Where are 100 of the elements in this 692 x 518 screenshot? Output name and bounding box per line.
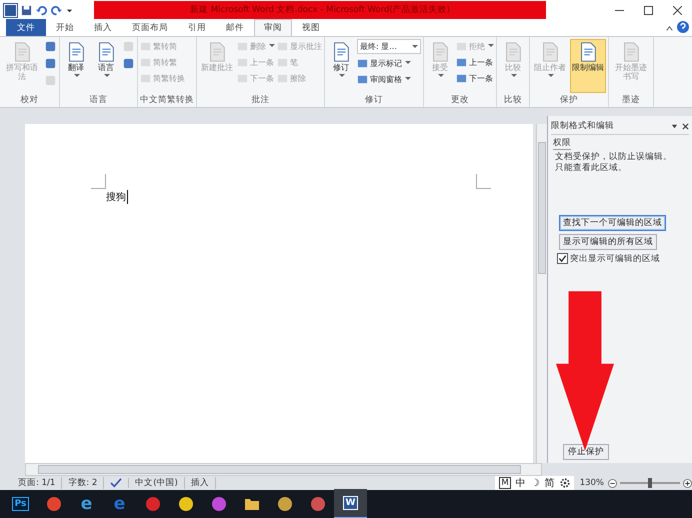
ime-key[interactable]: ☽ xyxy=(530,478,540,488)
circle-icon[interactable] xyxy=(46,496,62,512)
pane-message: 文档受保护，以防止误编辑。只能查看此区域。 xyxy=(555,152,673,175)
square-icon xyxy=(237,72,248,84)
group-label: 校对 xyxy=(20,94,40,107)
group-label: 中文简繁转换 xyxy=(140,94,194,107)
caret-icon xyxy=(405,77,411,81)
zoom-level[interactable]: 130% xyxy=(580,478,604,488)
square-icon xyxy=(140,40,151,52)
markup-dropdown[interactable]: 最终: 显... xyxy=(357,39,421,54)
ribbon-tab[interactable]: 邮件 xyxy=(216,19,254,36)
status-text: 字数: 2 xyxy=(62,477,104,489)
square-icon xyxy=(277,56,288,68)
circle-icon[interactable] xyxy=(178,496,194,512)
stop-protection-button[interactable]: 停止保护 xyxy=(563,444,609,460)
section-heading: 权限 xyxy=(553,137,571,150)
checkbox-label: 突出显示可编辑的区域 xyxy=(570,252,660,265)
window-title: 新建 Microsoft Word 文档.docx - Microsoft Word(产品激活失败) xyxy=(190,4,450,16)
square-icon xyxy=(237,40,248,52)
ribbon-button[interactable]: 语言 xyxy=(92,39,120,93)
caret-icon xyxy=(548,74,554,78)
toolbar-icon[interactable] xyxy=(44,57,57,70)
square-icon xyxy=(357,74,368,84)
ribbon-button[interactable]: 显示标记 xyxy=(357,56,421,70)
caret-icon xyxy=(74,74,80,78)
taskbar-app[interactable]: e xyxy=(70,490,103,518)
pane-title: 限制格式和编辑 xyxy=(551,120,615,132)
taskbar-app[interactable]: e xyxy=(103,490,136,518)
group-label: 比较 xyxy=(503,94,523,107)
square-icon xyxy=(357,58,368,68)
checkbox[interactable] xyxy=(557,253,568,264)
group-label: 修订 xyxy=(364,94,384,107)
caret-icon xyxy=(412,44,418,48)
square-icon xyxy=(237,56,248,68)
undo-icon[interactable] xyxy=(36,4,47,16)
pane-button[interactable]: 显示可编辑的所有区域 xyxy=(559,234,657,250)
ribbon-button[interactable]: 上一条 xyxy=(456,55,494,69)
pane-button[interactable]: 查找下一个可编辑的区域 xyxy=(559,214,666,231)
ribbon-button[interactable]: 限制编辑 xyxy=(570,39,606,93)
ime-key[interactable]: 简 xyxy=(544,476,555,490)
ime-key[interactable]: M xyxy=(499,477,511,489)
status-text: 中文(中国) xyxy=(129,477,185,489)
ribbon-tab[interactable]: 引用 xyxy=(178,19,216,36)
folder-icon[interactable] xyxy=(244,496,260,512)
taskbar-app[interactable]: Ps xyxy=(4,490,37,518)
ribbon-tab[interactable]: 插入 xyxy=(84,19,122,36)
horizontal-scrollbar[interactable] xyxy=(25,463,542,476)
status-text: 插入 xyxy=(184,477,216,489)
slider-thumb[interactable] xyxy=(648,478,652,488)
group-label: 更改 xyxy=(450,94,470,107)
ribbon-button[interactable]: 修订 xyxy=(327,39,355,93)
zoom-out-icon[interactable] xyxy=(608,478,617,488)
ribbon-tab[interactable]: 页面布局 xyxy=(122,19,178,36)
proofing-icon[interactable] xyxy=(110,478,122,488)
group-label: 墨迹 xyxy=(621,94,641,107)
taskbar-app[interactable]: W xyxy=(334,489,367,518)
save-icon[interactable] xyxy=(21,4,32,16)
circle-icon[interactable] xyxy=(210,496,226,512)
caret-icon xyxy=(438,74,444,78)
caret-icon xyxy=(338,74,344,78)
close-icon[interactable] xyxy=(682,122,689,130)
group-label: 保护 xyxy=(559,94,579,107)
group-label: 批注 xyxy=(250,94,270,107)
group-label: 语言 xyxy=(88,94,108,107)
caret-icon xyxy=(488,44,494,48)
square-icon xyxy=(140,72,151,84)
maximize-icon[interactable] xyxy=(644,6,653,14)
circle-icon[interactable] xyxy=(276,496,292,512)
gear-icon[interactable] xyxy=(560,478,570,488)
square-icon xyxy=(277,40,288,52)
square-icon xyxy=(456,40,467,52)
square-icon xyxy=(456,56,467,68)
ime-key[interactable]: 中 xyxy=(516,476,526,490)
redo-icon[interactable] xyxy=(51,4,62,16)
file-tab[interactable]: 文件 xyxy=(6,19,46,36)
vertical-scrollbar[interactable] xyxy=(536,124,547,463)
caret-icon[interactable] xyxy=(66,6,73,14)
close-icon[interactable] xyxy=(673,6,682,14)
zoom-in-icon[interactable] xyxy=(683,478,692,488)
square-icon xyxy=(140,56,151,68)
caret-icon xyxy=(104,74,110,78)
status-text: 页面: 1/1 xyxy=(12,477,62,489)
ribbon-button[interactable]: 下一条 xyxy=(456,71,494,85)
help-icon[interactable] xyxy=(677,21,689,33)
ribbon-tab[interactable]: 视图 xyxy=(292,19,330,36)
collapse-icon[interactable] xyxy=(665,24,674,33)
caret-icon xyxy=(510,74,516,78)
ribbon-tab[interactable]: 开始 xyxy=(46,19,84,36)
ribbon-tab[interactable]: 审阅 xyxy=(254,19,292,36)
square-icon xyxy=(456,72,467,84)
ribbon-button[interactable]: 审阅窗格 xyxy=(357,72,421,86)
document-text: 搜狗 xyxy=(106,190,128,204)
toolbar-icon[interactable] xyxy=(122,57,135,70)
caret-icon xyxy=(269,44,275,48)
ribbon-button[interactable]: 翻译 xyxy=(62,39,90,93)
caret-icon xyxy=(405,61,411,65)
circle-icon[interactable] xyxy=(310,496,326,512)
toolbar-icon[interactable] xyxy=(44,40,57,53)
dropdown-icon[interactable] xyxy=(671,122,678,130)
app-logo-icon xyxy=(4,4,17,16)
